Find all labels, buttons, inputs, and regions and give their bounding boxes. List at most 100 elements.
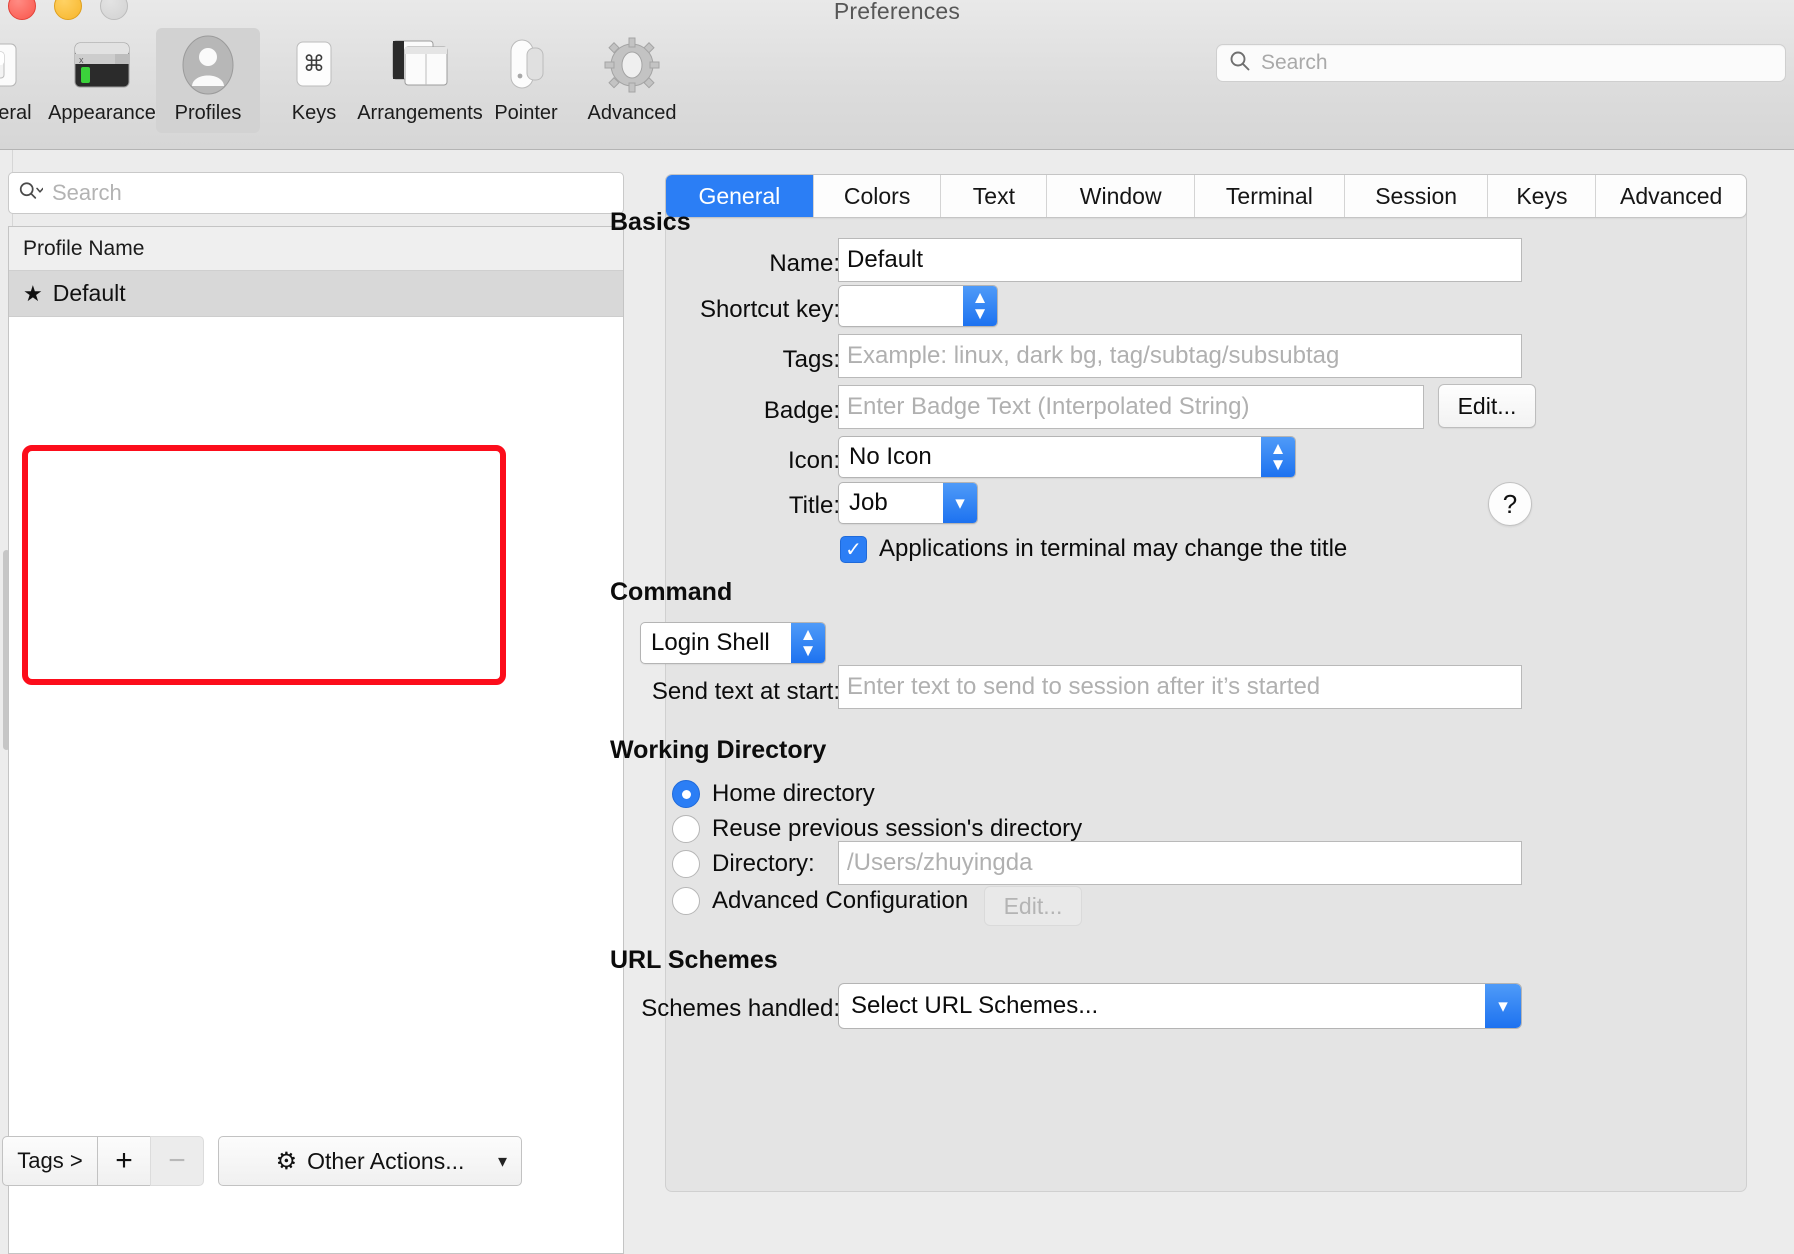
title-popup-button[interactable]: Job ▾ [838,482,978,524]
toolbar-item-pointer[interactable]: Pointer [474,28,578,133]
toolbar-item-profiles-label: Profiles [174,102,242,124]
shortcut-key-stepper[interactable]: ▲ ▼ [838,285,998,327]
directory-field[interactable]: /Users/zhuyingda [838,841,1522,885]
gear-icon: ⚙ [275,1147,298,1175]
badge-field-label: Badge: [763,397,840,424]
profiles-icon [179,34,237,96]
stepper-arrows-icon[interactable]: ▲ ▼ [1261,437,1295,477]
toolbar-item-advanced-label: Advanced [587,102,677,124]
other-actions-label: Other Actions... [307,1147,465,1174]
radio-advanced-configuration[interactable]: Advanced Configuration [672,887,968,915]
send-text-label: Send text at start: [651,678,840,705]
general-icon [0,34,19,96]
working-directory-heading: Working Directory [610,736,827,764]
profile-list-column-header[interactable]: Profile Name [9,227,623,271]
toolbar-item-appearance[interactable]: x Appearance [48,28,156,133]
command-type-stepper[interactable]: Login Shell ▲ ▼ [640,622,826,664]
other-actions-menu[interactable]: ⚙ Other Actions... ▾ [218,1136,522,1186]
tags-field[interactable]: Example: linux, dark bg, tag/subtag/subs… [838,334,1522,378]
sidebar-bottom-toolbar: Tags > + − ⚙ Other Actions... ▾ [2,1136,522,1186]
general-settings-content: Basics Name: Default Shortcut key: ▲ ▼ Ta… [610,150,1794,1192]
profile-row-label: Default [52,280,126,306]
basics-heading: Basics [610,208,691,236]
badge-field-placeholder: Enter Badge Text (Interpolated String) [847,393,1250,420]
radio-reuse-previous[interactable]: Reuse previous session's directory [672,815,1082,843]
tags-button[interactable]: Tags > [2,1136,98,1186]
title-field-label: Title: [788,492,840,519]
advanced-configuration-edit-button: Edit... [984,886,1082,926]
title-value: Job [849,489,888,516]
arrangements-icon [389,34,451,96]
badge-field[interactable]: Enter Badge Text (Interpolated String) [838,385,1424,429]
chevron-down-icon: ▾ [497,1150,507,1171]
send-text-field[interactable]: Enter text to send to session after it’s… [838,665,1522,709]
toolbar-item-arrangements[interactable]: Arrangements [357,28,483,133]
profile-search-input[interactable]: Search [8,172,624,214]
toolbar-item-keys-label: Keys [291,102,337,124]
profile-list-row-default[interactable]: ★ Default [9,271,623,317]
profile-search-placeholder: Search [52,180,122,205]
radio-reuse-previous-label: Reuse previous session's directory [712,815,1083,842]
icon-field-label: Icon: [787,447,840,474]
change-title-checkbox-row[interactable]: ✓ Applications in terminal may change th… [840,535,1347,563]
toolbar-item-general[interactable]: General [0,28,48,133]
command-type-value: Login Shell [651,629,770,656]
change-title-checkbox[interactable]: ✓ [840,535,867,563]
chevron-down-icon[interactable]: ▾ [1485,984,1521,1028]
radio-advanced-configuration-label: Advanced Configuration [712,887,969,914]
tags-field-label: Tags: [782,346,840,373]
badge-edit-button[interactable]: Edit... [1438,384,1536,428]
toolbar-item-keys[interactable]: ⌘ Keys [262,28,366,133]
tags-field-placeholder: Example: linux, dark bg, tag/subtag/subs… [847,342,1340,369]
appearance-icon: x [71,34,133,96]
name-field[interactable]: Default [838,238,1522,282]
radio-directory-button[interactable] [672,850,700,878]
url-schemes-heading: URL Schemes [610,946,778,974]
toolbar-search-field[interactable]: Search [1216,44,1786,82]
radio-home-directory-label: Home directory [712,780,875,807]
search-icon [1229,50,1251,77]
badge-edit-label: Edit... [1457,392,1517,419]
directory-field-placeholder: /Users/zhuyingda [847,849,1033,876]
pointer-icon [503,34,549,96]
stepper-arrows-icon[interactable]: ▲ ▼ [791,623,825,663]
command-heading: Command [610,578,733,606]
help-label: ? [1502,488,1518,519]
toolbar-item-advanced[interactable]: Advanced [580,28,684,133]
plus-icon: + [115,1144,133,1177]
profile-detail-pane: General Colors Text Window Terminal Sess… [610,150,1794,1192]
remove-profile-button: − [150,1136,204,1186]
profile-list: Profile Name ★ Default [8,226,624,1254]
radio-reuse-previous-button[interactable] [672,815,700,843]
profiles-sidebar: Search Profile Name ★ Default Tags > + − [0,150,640,1254]
radio-home-directory-button[interactable] [672,780,700,808]
send-text-placeholder: Enter text to send to session after it’s… [847,673,1321,700]
window-title: Preferences [833,0,961,24]
stepper-arrows-icon[interactable]: ▲ ▼ [963,286,997,326]
minus-icon: − [168,1144,186,1177]
change-title-checkbox-label: Applications in terminal may change the … [879,535,1348,562]
advanced-configuration-edit-label: Edit... [1003,892,1063,919]
shortcut-key-label: Shortcut key: [699,296,840,323]
toolbar-search-placeholder: Search [1261,51,1328,74]
radio-home-directory[interactable]: Home directory [672,780,875,808]
tags-button-label: Tags > [17,1148,83,1173]
toolbar-item-arrangements-label: Arrangements [357,102,483,124]
name-field-label: Name: [769,250,840,277]
schemes-handled-popup[interactable]: Select URL Schemes... ▾ [838,983,1522,1029]
preferences-window: Preferences General [0,0,1794,1254]
radio-directory[interactable]: Directory: [672,850,815,878]
chevron-down-icon[interactable]: ▾ [943,483,977,523]
add-profile-button[interactable]: + [97,1136,151,1186]
window-titlebar: Preferences General [0,0,1794,150]
advanced-icon [603,34,661,96]
icon-stepper[interactable]: No Icon ▲ ▼ [838,436,1296,478]
icon-value: No Icon [849,443,932,470]
toolbar-item-profiles[interactable]: Profiles [156,28,260,133]
help-button[interactable]: ? [1488,482,1532,526]
svg-text:⌘: ⌘ [303,51,325,76]
name-field-value: Default [847,246,924,273]
preferences-toolbar: General x Appearance [0,28,686,133]
radio-directory-label: Directory: [712,850,815,877]
radio-advanced-configuration-button[interactable] [672,887,700,915]
